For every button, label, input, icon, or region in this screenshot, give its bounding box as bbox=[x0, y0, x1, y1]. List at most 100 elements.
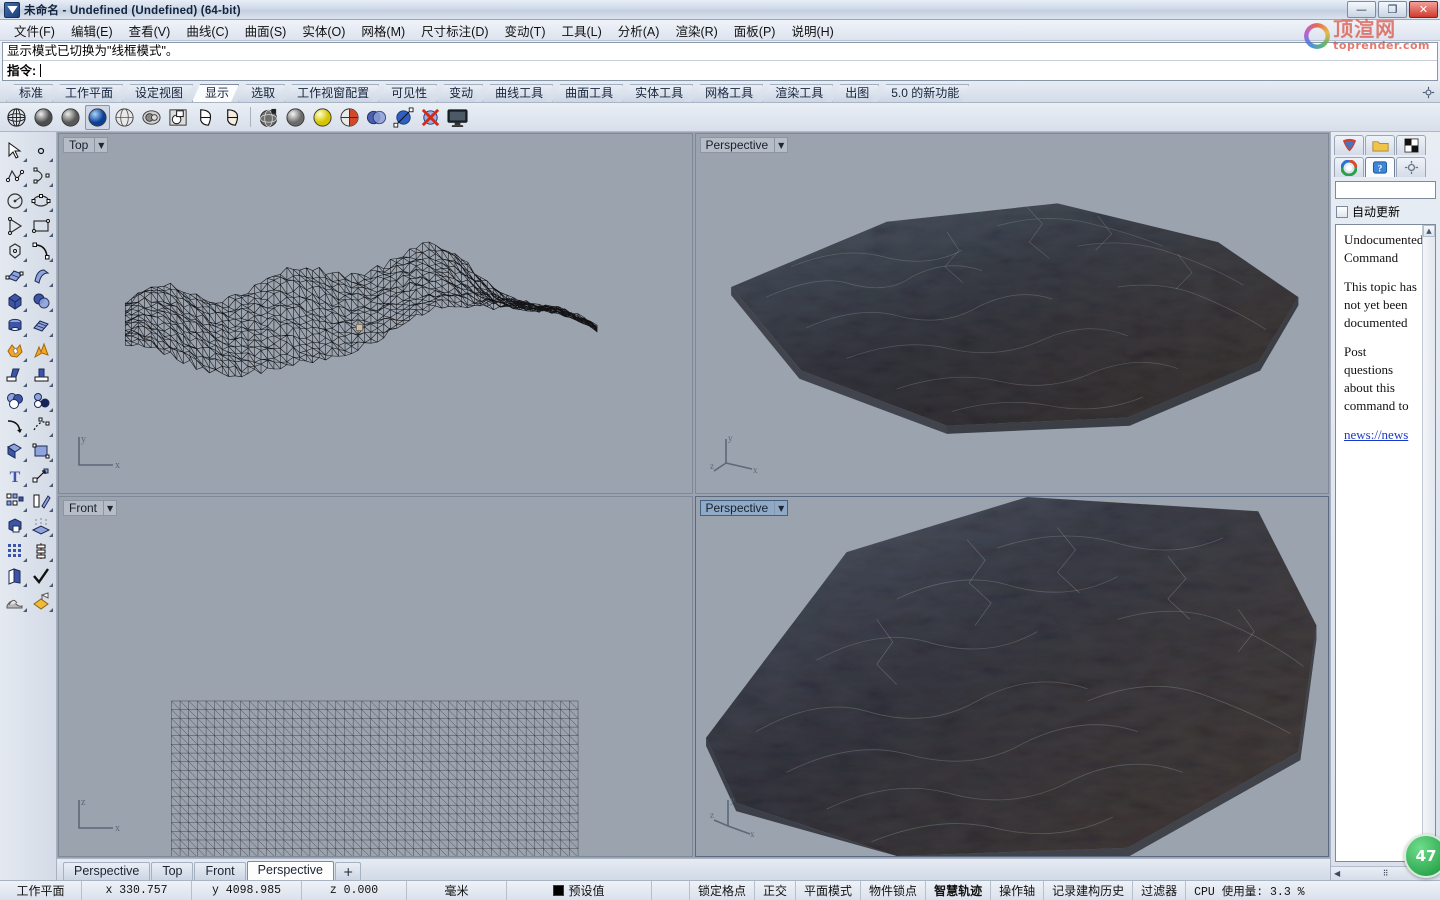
layers-folder-tab-icon[interactable] bbox=[1365, 135, 1395, 155]
surface-grid-icon[interactable] bbox=[28, 313, 54, 338]
xray-mode-icon[interactable] bbox=[139, 105, 164, 130]
status-layer[interactable]: 预设值 bbox=[507, 881, 652, 900]
shadow-toggle-icon[interactable] bbox=[337, 105, 362, 130]
flyout-arrow-icon[interactable] bbox=[23, 508, 27, 512]
flyout-arrow-icon[interactable] bbox=[49, 408, 53, 412]
flat-shade-icon[interactable] bbox=[256, 105, 281, 130]
arc-icon[interactable] bbox=[28, 238, 54, 263]
toolbar-tab-1[interactable]: 工作平面 bbox=[52, 84, 123, 102]
help-scrollbar[interactable]: ▲ ▼ bbox=[1422, 225, 1435, 861]
toolbar-tab-14[interactable]: 5.0 的新功能 bbox=[878, 84, 969, 102]
text-object-icon[interactable]: T bbox=[2, 463, 28, 488]
layout-tools-icon[interactable] bbox=[2, 563, 28, 588]
color-backface-icon[interactable] bbox=[364, 105, 389, 130]
menu-help[interactable]: 说明(H) bbox=[783, 19, 841, 42]
grid-array-icon[interactable] bbox=[2, 538, 28, 563]
hide-clipping-icon[interactable] bbox=[418, 105, 443, 130]
menu-solid[interactable]: 实体(O) bbox=[294, 19, 353, 42]
viewport-tab-2[interactable]: Front bbox=[194, 862, 246, 880]
flyout-arrow-icon[interactable] bbox=[23, 583, 27, 587]
flyout-arrow-icon[interactable] bbox=[49, 433, 53, 437]
help-news-link[interactable]: news://news bbox=[1344, 427, 1408, 442]
toolbar-tab-13[interactable]: 出图 bbox=[832, 84, 879, 102]
viewport-perspective-2-label[interactable]: Perspective ▼ bbox=[699, 500, 789, 516]
mesh-tools-icon[interactable] bbox=[2, 588, 28, 613]
add-viewport-tab[interactable]: + bbox=[334, 862, 362, 880]
flyout-arrow-icon[interactable] bbox=[23, 408, 27, 412]
lighting-toggle-icon[interactable] bbox=[310, 105, 335, 130]
panel-grip-icon[interactable]: ⠿ bbox=[1383, 869, 1389, 878]
toolbar-tab-10[interactable]: 实体工具 bbox=[622, 84, 693, 102]
status-toggle-4[interactable]: 智慧轨迹 bbox=[926, 881, 992, 900]
wireframe-mode-icon[interactable] bbox=[4, 105, 29, 130]
flyout-arrow-icon[interactable] bbox=[23, 358, 27, 362]
maximize-button[interactable]: ❐ bbox=[1378, 1, 1407, 18]
flyout-arrow-icon[interactable] bbox=[23, 233, 27, 237]
hexagon-icon[interactable] bbox=[2, 238, 28, 263]
flyout-arrow-icon[interactable] bbox=[23, 208, 27, 212]
menu-curve[interactable]: 曲线(C) bbox=[178, 19, 236, 42]
render-material-icon[interactable] bbox=[28, 588, 54, 613]
array-icon[interactable] bbox=[2, 488, 28, 513]
menu-view[interactable]: 查看(V) bbox=[121, 19, 179, 42]
viewport-perspective-1[interactable]: Perspective ▼ y x z bbox=[694, 133, 1329, 494]
flyout-arrow-icon[interactable] bbox=[23, 483, 27, 487]
status-toggle-0[interactable]: 锁定格点 bbox=[690, 881, 756, 900]
flyout-arrow-icon[interactable] bbox=[49, 558, 53, 562]
rhino-properties-tab-icon[interactable] bbox=[1334, 135, 1364, 155]
status-toggle-3[interactable]: 物件锁点 bbox=[861, 881, 927, 900]
flyout-arrow-icon[interactable] bbox=[23, 383, 27, 387]
flyout-arrow-icon[interactable] bbox=[49, 233, 53, 237]
select-point-icon[interactable] bbox=[28, 138, 54, 163]
boolean-union-icon[interactable] bbox=[2, 338, 28, 363]
flyout-arrow-icon[interactable] bbox=[49, 208, 53, 212]
toolbar-tab-8[interactable]: 曲线工具 bbox=[482, 84, 553, 102]
status-badge[interactable]: 47 bbox=[1404, 834, 1440, 878]
chevron-down-icon[interactable]: ▼ bbox=[774, 138, 787, 152]
fullscreen-display-icon[interactable] bbox=[445, 105, 470, 130]
menu-edit[interactable]: 编辑(E) bbox=[63, 19, 121, 42]
chevron-down-icon[interactable]: ▼ bbox=[103, 501, 116, 515]
status-cplane[interactable]: 工作平面 bbox=[0, 881, 82, 900]
technical-mode-icon[interactable] bbox=[166, 105, 191, 130]
menu-tools[interactable]: 工具(L) bbox=[553, 19, 609, 42]
flyout-arrow-icon[interactable] bbox=[49, 458, 53, 462]
scroll-up-arrow-icon[interactable]: ▲ bbox=[1423, 225, 1435, 237]
boolean-difference-icon[interactable] bbox=[2, 388, 28, 413]
lighting-tools-icon[interactable] bbox=[28, 513, 54, 538]
flyout-arrow-icon[interactable] bbox=[23, 558, 27, 562]
explode-icon[interactable] bbox=[28, 338, 54, 363]
flyout-arrow-icon[interactable] bbox=[49, 508, 53, 512]
boolean-intersection-icon[interactable] bbox=[28, 388, 54, 413]
settings-gear-tab-icon[interactable] bbox=[1396, 157, 1426, 177]
status-units[interactable]: 毫米 bbox=[407, 881, 507, 900]
flyout-arrow-icon[interactable] bbox=[49, 583, 53, 587]
flyout-arrow-icon[interactable] bbox=[23, 333, 27, 337]
trim-icon[interactable] bbox=[2, 363, 28, 388]
render-preview-icon[interactable] bbox=[283, 105, 308, 130]
toolbar-tab-7[interactable]: 变动 bbox=[436, 84, 483, 102]
status-coord-y[interactable]: y 4098.985 bbox=[192, 881, 302, 900]
flyout-arrow-icon[interactable] bbox=[49, 183, 53, 187]
control-point-curve-icon[interactable] bbox=[28, 163, 54, 188]
status-coord-x[interactable]: x 330.757 bbox=[82, 881, 192, 900]
toolbar-tab-0[interactable]: 标准 bbox=[6, 84, 53, 102]
pen-mode-icon[interactable] bbox=[193, 105, 218, 130]
viewport-front-label[interactable]: Front ▼ bbox=[63, 500, 118, 516]
toolbar-tab-12[interactable]: 渲染工具 bbox=[762, 84, 833, 102]
auto-update-checkbox-row[interactable]: 自动更新 bbox=[1331, 201, 1440, 222]
status-toggle-5[interactable]: 操作轴 bbox=[991, 881, 1045, 900]
menu-render[interactable]: 渲染(R) bbox=[667, 19, 725, 42]
toolbar-options-gear-icon[interactable] bbox=[1422, 86, 1435, 99]
viewport-tab-3[interactable]: Perspective bbox=[246, 861, 334, 880]
circle-icon[interactable] bbox=[2, 188, 28, 213]
flyout-arrow-icon[interactable] bbox=[49, 483, 53, 487]
flyout-arrow-icon[interactable] bbox=[23, 183, 27, 187]
ellipse-icon[interactable] bbox=[28, 188, 54, 213]
fillet-curve-icon[interactable] bbox=[2, 413, 28, 438]
menu-transform[interactable]: 变动(T) bbox=[497, 19, 554, 42]
flyout-arrow-icon[interactable] bbox=[49, 533, 53, 537]
help-tab-icon[interactable]: ? bbox=[1365, 157, 1395, 177]
flyout-arrow-icon[interactable] bbox=[23, 433, 27, 437]
viewport-tab-1[interactable]: Top bbox=[151, 862, 194, 880]
